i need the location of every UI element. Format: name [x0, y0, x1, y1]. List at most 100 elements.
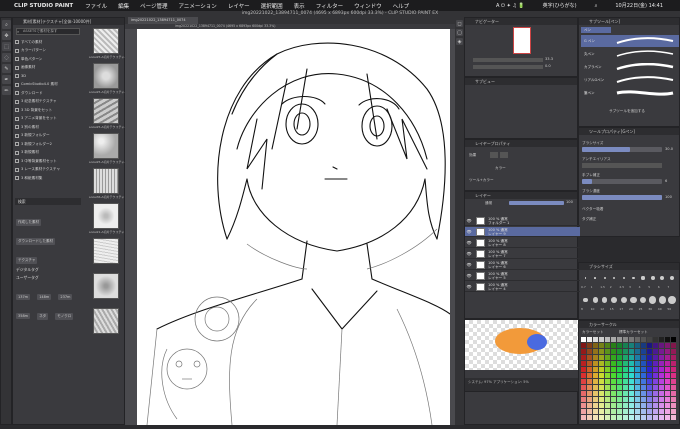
- eye-icon[interactable]: 👁: [465, 251, 473, 256]
- color-swatch[interactable]: [617, 343, 622, 348]
- color-swatch[interactable]: [617, 361, 622, 366]
- tree-item[interactable]: 画像素材: [15, 64, 81, 73]
- eye-icon[interactable]: 👁: [465, 218, 473, 223]
- color-swatch[interactable]: [641, 361, 646, 366]
- color-swatch[interactable]: [611, 397, 616, 402]
- tag-chip[interactable]: 148m: [37, 294, 52, 300]
- color-swatch[interactable]: [599, 391, 604, 396]
- color-swatch[interactable]: [605, 397, 610, 402]
- eye-icon[interactable]: 👁: [465, 284, 473, 289]
- color-swatch[interactable]: [653, 391, 658, 396]
- tree-item[interactable]: 3 新規フォルダー: [15, 132, 81, 141]
- brush-item[interactable]: リアルGペン: [581, 74, 679, 86]
- color-swatch[interactable]: [641, 355, 646, 360]
- brush-size-option[interactable]: 4: [639, 272, 648, 292]
- effect-button[interactable]: [490, 152, 498, 158]
- color-swatch[interactable]: [659, 385, 664, 390]
- color-swatch[interactable]: [629, 397, 634, 402]
- brush-size-option[interactable]: 2: [610, 272, 619, 292]
- blend-mode-select[interactable]: 通常: [485, 201, 492, 206]
- color-swatch[interactable]: [653, 397, 658, 402]
- color-swatch[interactable]: [635, 349, 640, 354]
- color-swatch[interactable]: [665, 355, 670, 360]
- color-swatch[interactable]: [635, 361, 640, 366]
- color-swatch[interactable]: [653, 379, 658, 384]
- menu-layer[interactable]: レイヤー: [228, 2, 250, 10]
- color-swatch[interactable]: [593, 361, 598, 366]
- brush-item[interactable]: G ペン: [581, 35, 679, 47]
- color-swatch[interactable]: [629, 373, 634, 378]
- material-thumb[interactable]: [93, 63, 119, 89]
- color-swatch[interactable]: [659, 379, 664, 384]
- color-swatch[interactable]: [659, 373, 664, 378]
- color-swatch[interactable]: [629, 349, 634, 354]
- color-swatch[interactable]: [581, 379, 586, 384]
- color-swatch[interactable]: [641, 397, 646, 402]
- color-swatch[interactable]: [635, 415, 640, 420]
- color-swatch[interactable]: [665, 391, 670, 396]
- brush-item[interactable]: 筆ペン: [581, 87, 679, 99]
- color-swatch[interactable]: [611, 403, 616, 408]
- tool-icon[interactable]: ◈: [456, 38, 463, 45]
- color-swatch[interactable]: [593, 343, 598, 348]
- color-swatch[interactable]: [635, 385, 640, 390]
- color-swatch[interactable]: [671, 361, 676, 366]
- color-swatch[interactable]: [635, 337, 640, 342]
- color-swatch[interactable]: [659, 361, 664, 366]
- color-swatch[interactable]: [605, 361, 610, 366]
- color-swatch[interactable]: [629, 403, 634, 408]
- color-swatch[interactable]: [611, 415, 616, 420]
- color-swatch[interactable]: [611, 385, 616, 390]
- color-swatch[interactable]: [617, 379, 622, 384]
- color-swatch[interactable]: [635, 391, 640, 396]
- color-swatch[interactable]: [581, 397, 586, 402]
- brush-size-option[interactable]: 25: [639, 294, 648, 314]
- material-thumb[interactable]: [93, 98, 119, 124]
- subtool-group-tab[interactable]: ペン: [581, 27, 611, 33]
- color-swatch[interactable]: [611, 391, 616, 396]
- tool-icon[interactable]: ▢: [456, 29, 463, 36]
- brush-size-option[interactable]: 1: [591, 272, 600, 292]
- color-swatch[interactable]: [587, 391, 592, 396]
- color-swatch[interactable]: [647, 343, 652, 348]
- eyedropper-tool-icon[interactable]: ✎: [2, 64, 11, 73]
- color-swatch[interactable]: [653, 343, 658, 348]
- color-swatch[interactable]: [635, 409, 640, 414]
- color-swatch[interactable]: [671, 337, 676, 342]
- color-swatch[interactable]: [623, 361, 628, 366]
- input-method[interactable]: 英字(ひらがな): [543, 2, 577, 9]
- tag-chip[interactable]: 237m: [58, 294, 73, 300]
- color-swatch[interactable]: [581, 343, 586, 348]
- clock[interactable]: 10月22日(金) 14:41: [615, 2, 663, 9]
- brush-size-option[interactable]: 0.7: [581, 272, 590, 292]
- color-swatch[interactable]: [641, 403, 646, 408]
- color-swatch[interactable]: [665, 349, 670, 354]
- color-swatch[interactable]: [641, 379, 646, 384]
- brush-size-option[interactable]: 6: [658, 272, 667, 292]
- tree-item[interactable]: 3 中等背景素材セット: [15, 157, 81, 166]
- color-swatch[interactable]: [593, 355, 598, 360]
- color-swatch[interactable]: [671, 373, 676, 378]
- color-swatch[interactable]: [587, 349, 592, 354]
- color-swatch[interactable]: [671, 379, 676, 384]
- tag-chip[interactable]: モノクロ: [55, 313, 74, 320]
- brush-size-option[interactable]: 8: [581, 294, 590, 314]
- color-swatch[interactable]: [635, 379, 640, 384]
- color-swatch[interactable]: [581, 361, 586, 366]
- color-swatch[interactable]: [653, 403, 658, 408]
- layer-row[interactable]: 👁 100 % 通常 レイヤー 6: [465, 260, 580, 270]
- color-swatch[interactable]: [593, 403, 598, 408]
- color-swatch[interactable]: [617, 415, 622, 420]
- color-swatch[interactable]: [617, 403, 622, 408]
- color-swatch[interactable]: [623, 391, 628, 396]
- vector-snap-checkbox[interactable]: ベクター吸着: [582, 207, 603, 212]
- tree-item[interactable]: 3 新規フォルダー2: [15, 140, 81, 149]
- brush-size-option[interactable]: 3: [629, 272, 638, 292]
- color-swatch[interactable]: [647, 337, 652, 342]
- menu-page[interactable]: ページ管理: [140, 2, 167, 10]
- color-swatch[interactable]: [659, 343, 664, 348]
- search-icon[interactable]: ⌕: [595, 3, 598, 9]
- layer-row[interactable]: 👁 100 % 通常 レイヤー 9: [465, 227, 580, 237]
- color-swatch[interactable]: [587, 337, 592, 342]
- color-swatch[interactable]: [623, 349, 628, 354]
